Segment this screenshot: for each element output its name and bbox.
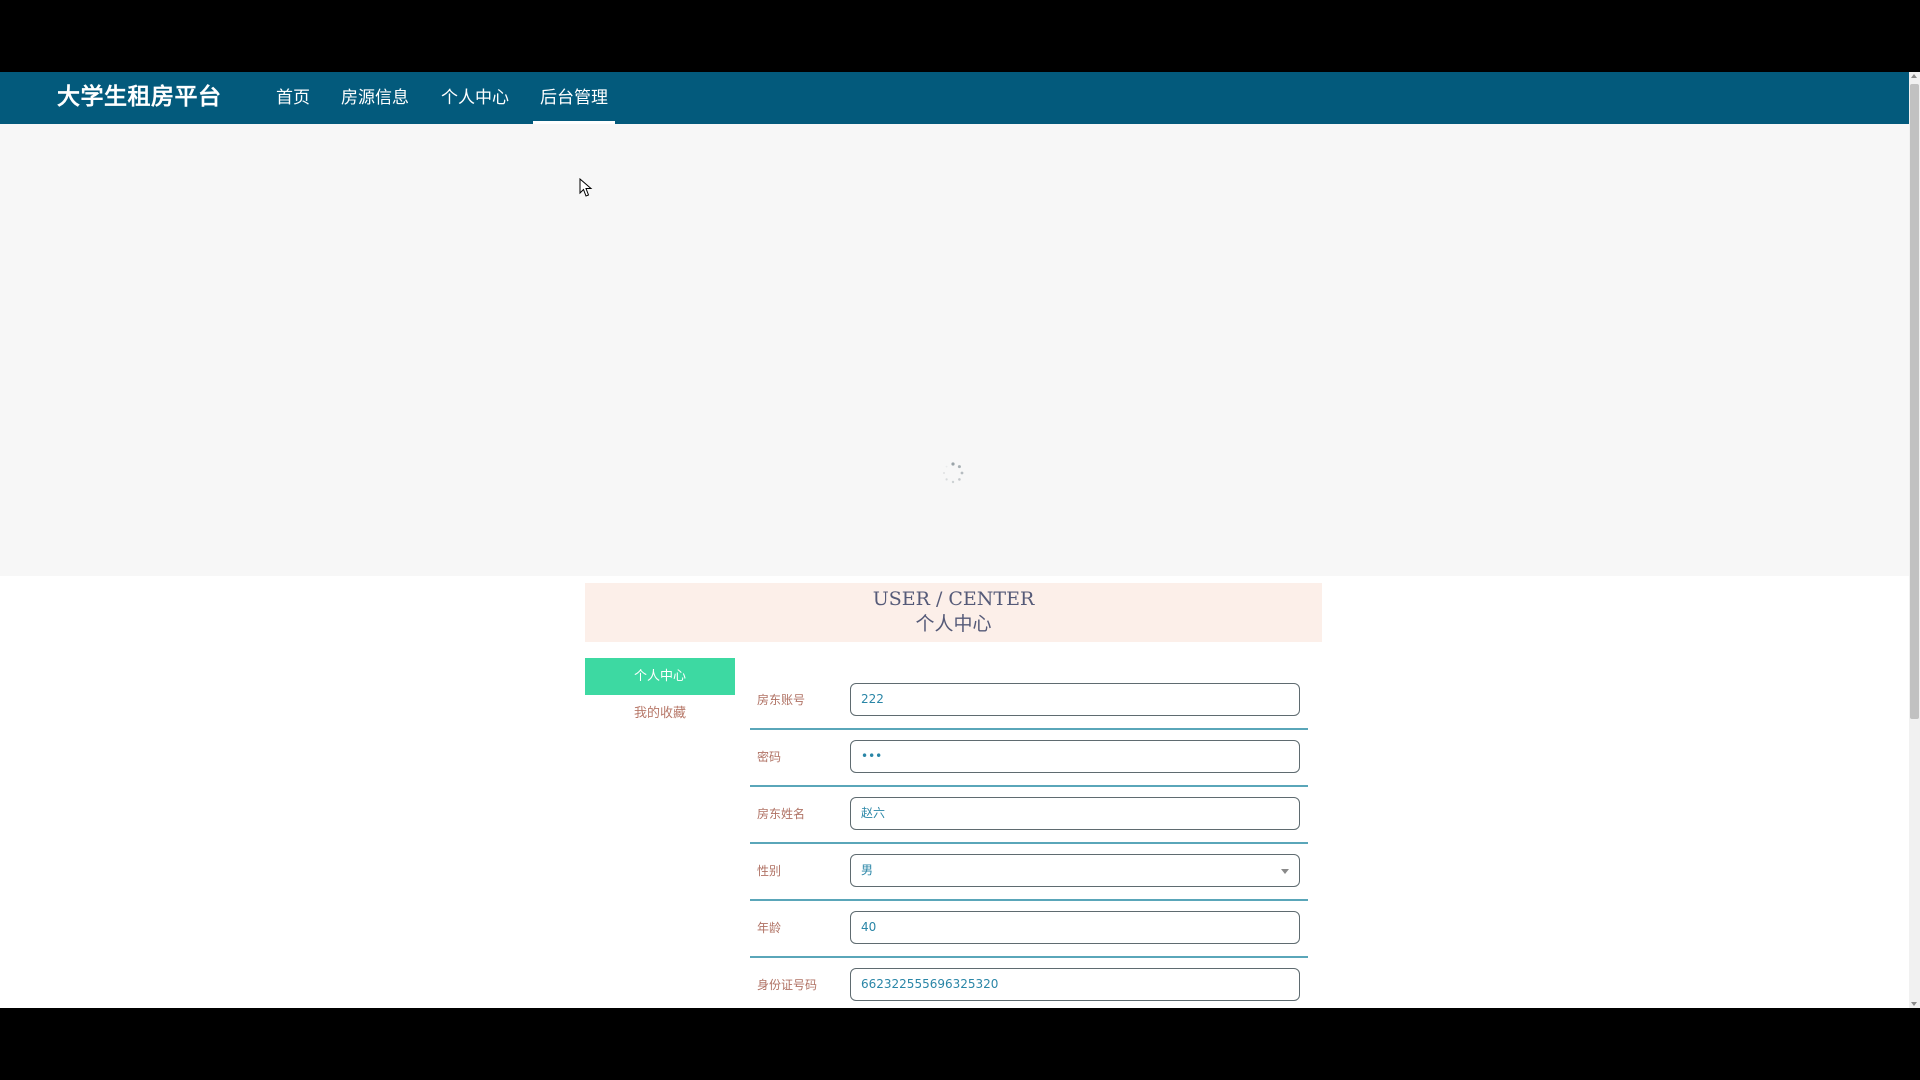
site-brand[interactable]: 大学生租房平台 bbox=[57, 82, 222, 112]
scroll-down-icon[interactable] bbox=[1911, 1002, 1917, 1006]
gender-select[interactable]: 男 bbox=[850, 854, 1300, 887]
form-row-password: 密码 ••• bbox=[750, 730, 1308, 787]
account-label: 房东账号 bbox=[757, 693, 806, 707]
section-title: USER / CENTER 个人中心 bbox=[585, 583, 1322, 642]
nav-item-admin[interactable]: 后台管理 bbox=[533, 72, 615, 124]
section-title-en: USER / CENTER bbox=[872, 588, 1035, 610]
top-nav-bar: 大学生租房平台 首页 房源信息 个人中心 后台管理 bbox=[0, 72, 1909, 124]
nav-item-home[interactable]: 首页 bbox=[276, 72, 310, 124]
nav-item-listings[interactable]: 房源信息 bbox=[341, 72, 409, 124]
chevron-down-icon bbox=[1281, 869, 1289, 874]
password-input[interactable]: ••• bbox=[850, 740, 1300, 773]
form-row-account: 房东账号 222 bbox=[750, 673, 1308, 730]
nav-item-user-center[interactable]: 个人中心 bbox=[441, 72, 509, 124]
gender-select-value: 男 bbox=[861, 863, 874, 877]
side-menu-favorites[interactable]: 我的收藏 bbox=[585, 695, 735, 732]
form-row-name: 房东姓名 赵六 bbox=[750, 787, 1308, 844]
profile-form: 房东账号 222 密码 ••• 房东姓名 赵六 性别 男 年龄 40 身份证号码… bbox=[750, 673, 1308, 1008]
banner-carousel bbox=[0, 124, 1909, 576]
age-label: 年龄 bbox=[757, 921, 782, 935]
side-menu-user-center[interactable]: 个人中心 bbox=[585, 658, 735, 695]
id-number-input[interactable]: 662322555696325320 bbox=[850, 968, 1300, 1001]
gender-label: 性别 bbox=[757, 864, 782, 878]
loading-spinner-icon bbox=[943, 462, 964, 484]
side-menu: 个人中心 我的收藏 bbox=[585, 658, 735, 732]
id-number-label: 身份证号码 bbox=[757, 978, 818, 992]
name-label: 房东姓名 bbox=[757, 807, 806, 821]
age-input[interactable]: 40 bbox=[850, 911, 1300, 944]
password-label: 密码 bbox=[757, 750, 782, 764]
form-row-id-number: 身份证号码 662322555696325320 bbox=[750, 958, 1308, 1008]
name-input[interactable]: 赵六 bbox=[850, 797, 1300, 830]
scrollbar-thumb[interactable] bbox=[1910, 84, 1919, 719]
browser-viewport: 大学生租房平台 首页 房源信息 个人中心 后台管理 USER / CENTER … bbox=[0, 72, 1909, 1008]
scroll-up-icon[interactable] bbox=[1911, 74, 1917, 78]
section-title-cn: 个人中心 bbox=[915, 613, 992, 635]
form-row-gender: 性别 男 bbox=[750, 844, 1308, 901]
mouse-cursor-icon bbox=[579, 178, 593, 197]
account-input[interactable]: 222 bbox=[850, 683, 1300, 716]
form-row-age: 年龄 40 bbox=[750, 901, 1308, 958]
vertical-scrollbar[interactable] bbox=[1909, 72, 1920, 1008]
